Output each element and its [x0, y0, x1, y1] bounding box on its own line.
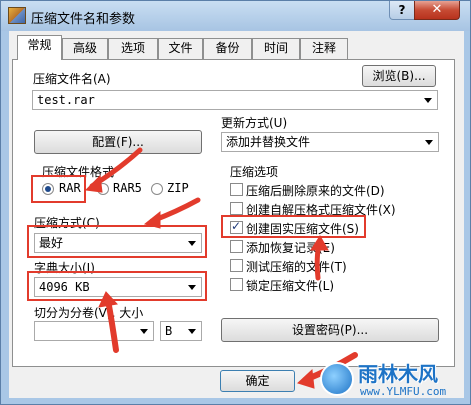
chevron-down-icon[interactable]: [424, 98, 432, 103]
chevron-down-icon[interactable]: [140, 329, 148, 334]
archiving-options-label: 压缩选项: [230, 165, 279, 179]
watermark-text: 雨林木风: [358, 362, 438, 386]
tab-time[interactable]: 时间: [252, 38, 300, 59]
annotation-box-format: [31, 175, 86, 203]
close-button[interactable]: ✕: [414, 1, 460, 20]
archive-name-value: test.rar: [37, 93, 95, 107]
delete-after-checkbox[interactable]: [230, 183, 243, 196]
format-zip-label[interactable]: ZIP: [167, 181, 189, 195]
archive-name-field[interactable]: test.rar: [32, 90, 438, 110]
update-mode-value: 添加并替换文件: [226, 135, 311, 149]
test-files-label[interactable]: 测试压缩的文件(T): [246, 258, 347, 275]
tab-backup[interactable]: 备份: [203, 38, 252, 59]
lock-archive-checkbox[interactable]: [230, 278, 243, 291]
test-files-checkbox[interactable]: [230, 259, 243, 272]
format-zip-radio[interactable]: [151, 183, 163, 195]
split-size-input[interactable]: [34, 321, 154, 341]
watermark: 雨林木风 www.YLMFU.com: [314, 354, 471, 405]
add-recovery-checkbox[interactable]: [230, 240, 243, 253]
add-recovery-label[interactable]: 添加恢复记录(E): [246, 239, 335, 256]
tab-general[interactable]: 常规: [17, 35, 62, 60]
format-rar5-radio[interactable]: [97, 183, 109, 195]
annotation-box-solid: [221, 215, 366, 238]
split-unit-value: B: [165, 324, 173, 338]
chevron-down-icon[interactable]: [425, 140, 433, 145]
lock-archive-label[interactable]: 锁定压缩文件(L): [246, 277, 334, 294]
delete-after-label[interactable]: 压缩后删除原来的文件(D): [246, 182, 385, 199]
title-bar[interactable]: 压缩文件名和参数 ? ✕: [1, 1, 470, 31]
update-mode-select[interactable]: 添加并替换文件: [221, 132, 439, 152]
profiles-button[interactable]: 配置(F)...: [34, 130, 202, 154]
annotation-box-dictionary: [27, 271, 207, 301]
create-sfx-checkbox[interactable]: [230, 202, 243, 215]
watermark-url: www.YLMFU.com: [360, 385, 447, 398]
winrar-app-icon: [8, 7, 26, 24]
tab-options[interactable]: 选项: [108, 38, 158, 59]
update-mode-label: 更新方式(U): [221, 116, 288, 130]
ok-button[interactable]: 确定: [220, 370, 295, 392]
format-rar5-label[interactable]: RAR5: [113, 181, 142, 195]
window-title: 压缩文件名和参数: [31, 12, 136, 27]
browse-button[interactable]: 浏览(B)...: [362, 65, 436, 87]
split-volumes-label: 切分为分卷(V), 大小: [34, 306, 144, 320]
annotation-box-method: [27, 225, 207, 258]
tab-files[interactable]: 文件: [158, 38, 203, 59]
watermark-logo-icon: [320, 362, 354, 396]
chevron-down-icon[interactable]: [188, 329, 196, 334]
set-password-button[interactable]: 设置密码(P)...: [221, 318, 439, 342]
tab-advanced[interactable]: 高级: [62, 38, 108, 59]
split-unit-select[interactable]: B: [160, 321, 202, 341]
help-button[interactable]: ?: [389, 1, 415, 20]
archive-name-label: 压缩文件名(A): [33, 72, 111, 86]
tab-comment[interactable]: 注释: [300, 38, 348, 59]
